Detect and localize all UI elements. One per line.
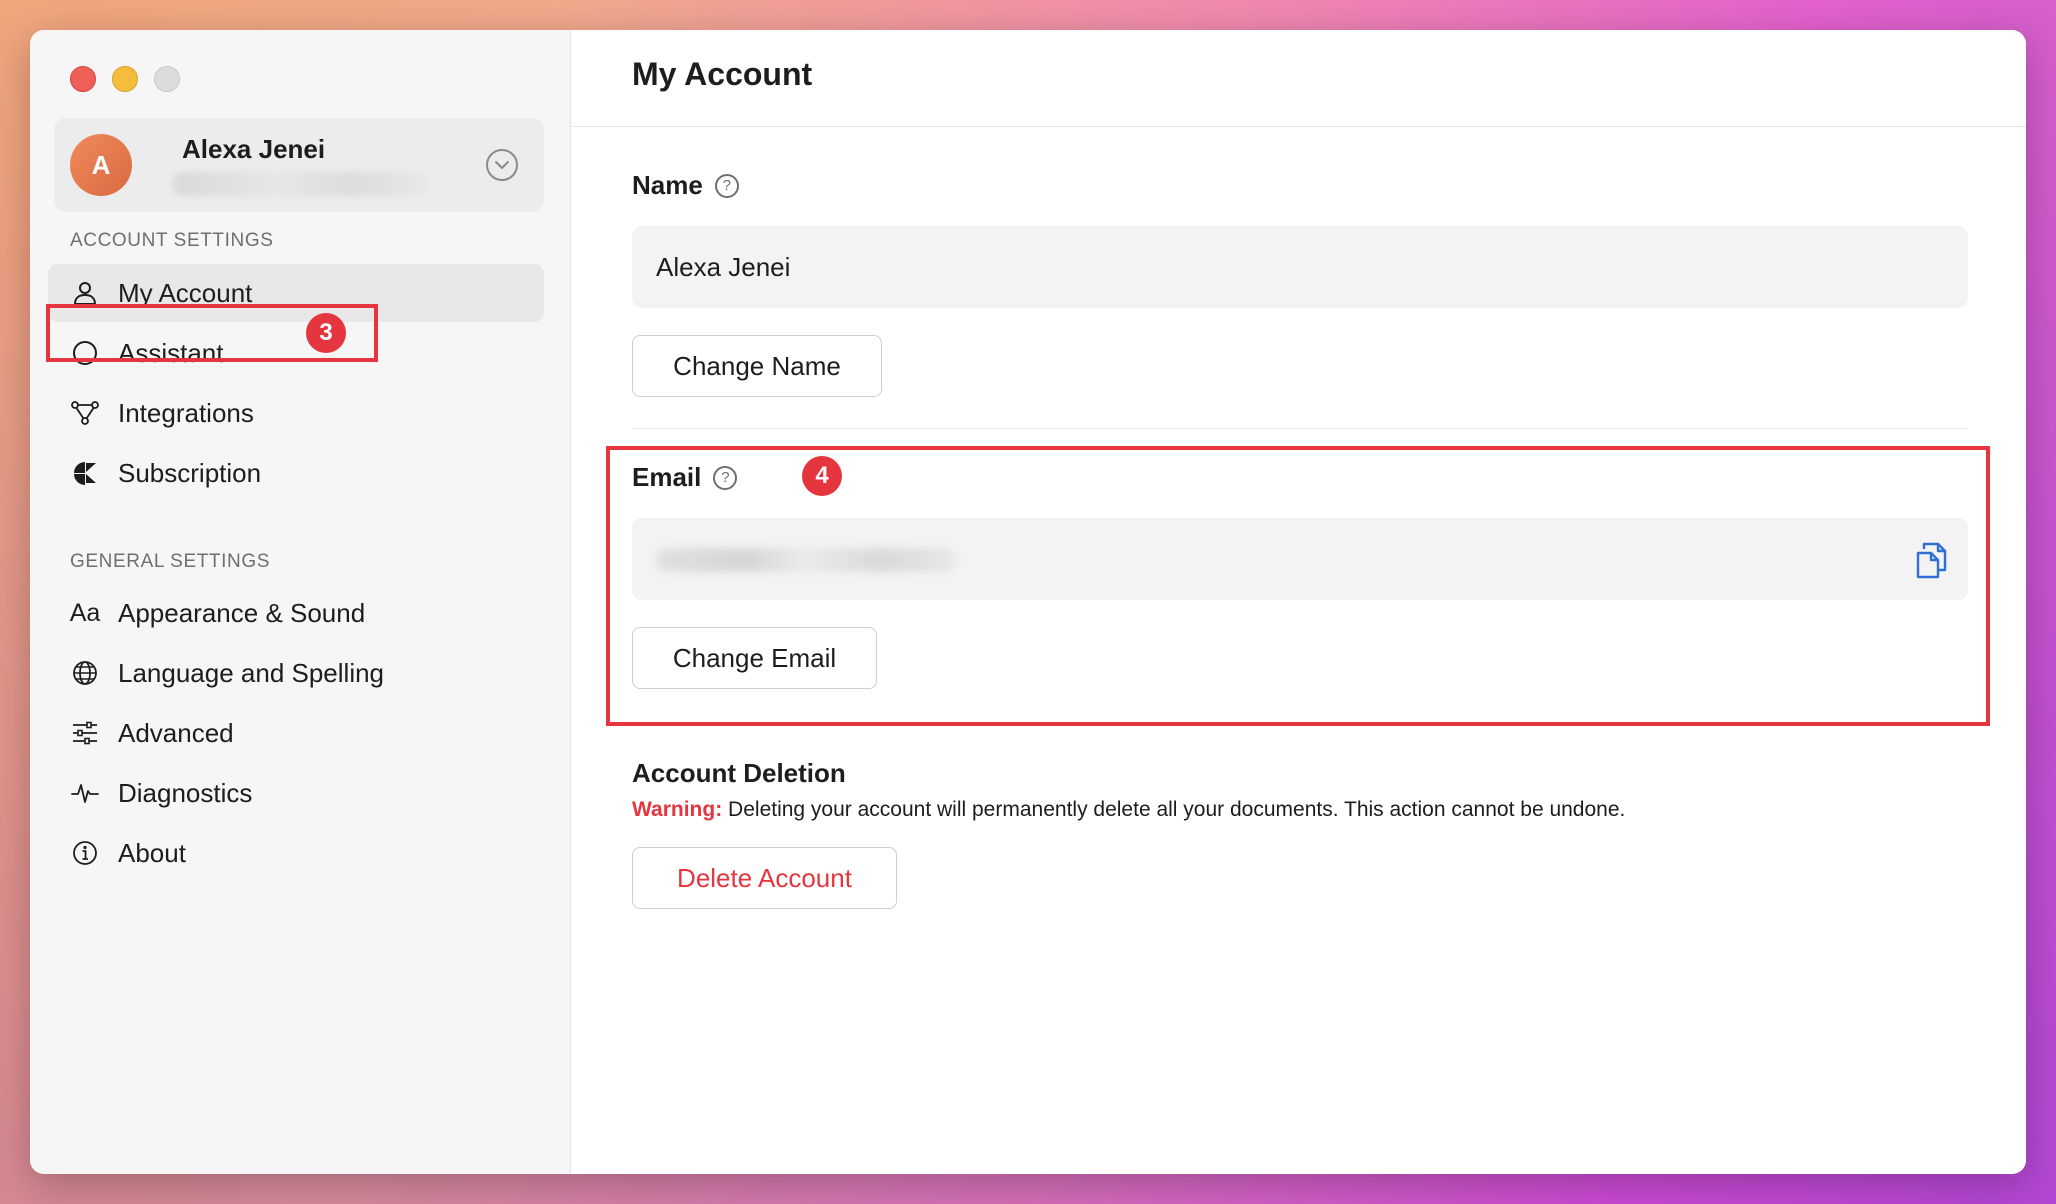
main-content: My Account Name ? Alexa Jenei Change Nam… bbox=[571, 30, 2026, 1174]
info-icon bbox=[70, 838, 100, 868]
account-deletion-heading: Account Deletion bbox=[632, 758, 846, 788]
account-settings-heading: ACCOUNT SETTINGS bbox=[70, 230, 274, 251]
general-settings-heading: GENERAL SETTINGS bbox=[70, 551, 270, 572]
window-controls bbox=[70, 66, 180, 92]
minimize-window-button[interactable] bbox=[112, 66, 138, 92]
subscription-icon bbox=[70, 458, 100, 488]
account-deletion-warning: Warning: Deleting your account will perm… bbox=[632, 798, 1625, 822]
text-aa-icon: Aa bbox=[69, 598, 101, 627]
name-field[interactable]: Alexa Jenei bbox=[632, 226, 1968, 308]
sidebar-item-about[interactable]: About bbox=[48, 824, 544, 882]
help-icon[interactable]: ? bbox=[714, 173, 739, 198]
sidebar-item-advanced[interactable]: Advanced bbox=[48, 704, 544, 762]
close-window-button[interactable] bbox=[70, 66, 96, 92]
sidebar-item-label: Integrations bbox=[118, 397, 254, 428]
account-email-redacted bbox=[172, 172, 432, 196]
sidebar-item-label: Appearance & Sound bbox=[118, 597, 366, 628]
sidebar-item-label: Diagnostics bbox=[118, 777, 253, 808]
step-badge-4: 4 bbox=[802, 456, 842, 496]
settings-window: A Alexa Jenei ACCOUNT SETTINGS My Accoun… bbox=[30, 30, 2026, 1174]
account-name: Alexa Jenei bbox=[182, 134, 326, 164]
sidebar-item-label: About bbox=[118, 837, 186, 868]
sidebar-item-language-spelling[interactable]: Language and Spelling bbox=[48, 644, 544, 702]
sidebar-item-label: Language and Spelling bbox=[118, 657, 385, 688]
chevron-down-icon[interactable] bbox=[486, 149, 518, 181]
sliders-icon bbox=[70, 718, 100, 748]
sidebar-item-label: Advanced bbox=[118, 717, 234, 748]
account-switcher[interactable]: A Alexa Jenei bbox=[54, 118, 544, 212]
sidebar: A Alexa Jenei ACCOUNT SETTINGS My Accoun… bbox=[30, 30, 571, 1174]
zoom-window-button[interactable] bbox=[154, 66, 180, 92]
step-badge-3: 3 bbox=[306, 313, 346, 353]
pulse-icon bbox=[70, 778, 100, 808]
page-title: My Account bbox=[632, 56, 813, 92]
name-label-text: Name bbox=[632, 170, 703, 200]
main-header: My Account bbox=[571, 30, 2026, 127]
avatar: A bbox=[70, 134, 132, 196]
delete-account-button[interactable]: Delete Account bbox=[632, 847, 897, 909]
sidebar-item-label: Subscription bbox=[118, 457, 262, 488]
warning-label: Warning: bbox=[632, 798, 723, 821]
warning-text: Deleting your account will permanently d… bbox=[722, 798, 1626, 821]
sidebar-item-subscription[interactable]: Subscription bbox=[48, 444, 544, 502]
name-label: Name ? bbox=[632, 170, 739, 201]
integrations-icon bbox=[70, 398, 100, 428]
globe-icon bbox=[70, 658, 100, 688]
sidebar-item-appearance-sound[interactable]: Aa Appearance & Sound bbox=[48, 584, 544, 642]
sidebar-item-integrations[interactable]: Integrations bbox=[48, 384, 544, 442]
change-name-button[interactable]: Change Name bbox=[632, 335, 882, 397]
section-divider bbox=[632, 428, 1968, 429]
sidebar-item-diagnostics[interactable]: Diagnostics bbox=[48, 764, 544, 822]
